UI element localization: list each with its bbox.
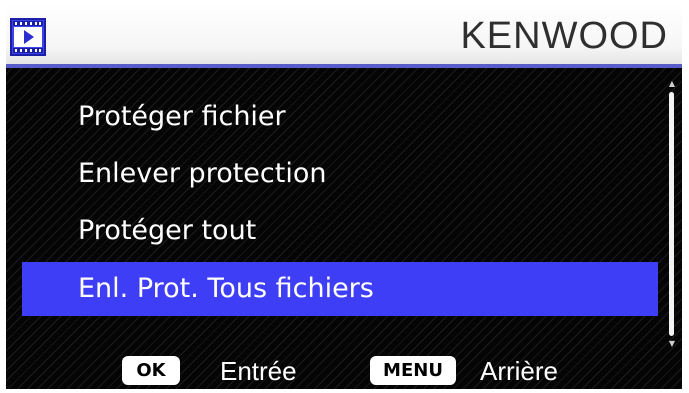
scroll-up-arrow-icon: ▲ xyxy=(668,79,676,88)
menu-scrollbar[interactable]: ▲ ▼ xyxy=(666,80,678,348)
device-screen: KENWOOD Protéger fichier Enlever protect… xyxy=(6,4,682,389)
header-bar: KENWOOD xyxy=(6,4,682,68)
playback-icon xyxy=(10,18,46,56)
menu-key-action-label: Arrière xyxy=(480,356,559,386)
scroll-down-arrow-icon: ▼ xyxy=(668,339,676,348)
menu-item-protect-all[interactable]: Protéger tout xyxy=(22,202,658,259)
ok-key-button[interactable]: OK xyxy=(122,356,180,385)
menu-item-protect-file[interactable]: Protéger fichier xyxy=(22,88,658,145)
ok-key-action-label: Entrée xyxy=(220,356,297,386)
menu-key-button[interactable]: MENU xyxy=(370,356,456,385)
protect-menu: Protéger fichier Enlever protection Prot… xyxy=(22,88,658,316)
menu-item-unprotect-all-files[interactable]: Enl. Prot. Tous fichiers xyxy=(22,262,658,316)
key-guide-bar: OK Entrée MENU Arrière xyxy=(6,352,682,389)
menu-item-remove-protection[interactable]: Enlever protection xyxy=(22,145,658,202)
brand-logo: KENWOOD xyxy=(460,15,668,57)
scroll-thumb[interactable] xyxy=(669,92,674,336)
